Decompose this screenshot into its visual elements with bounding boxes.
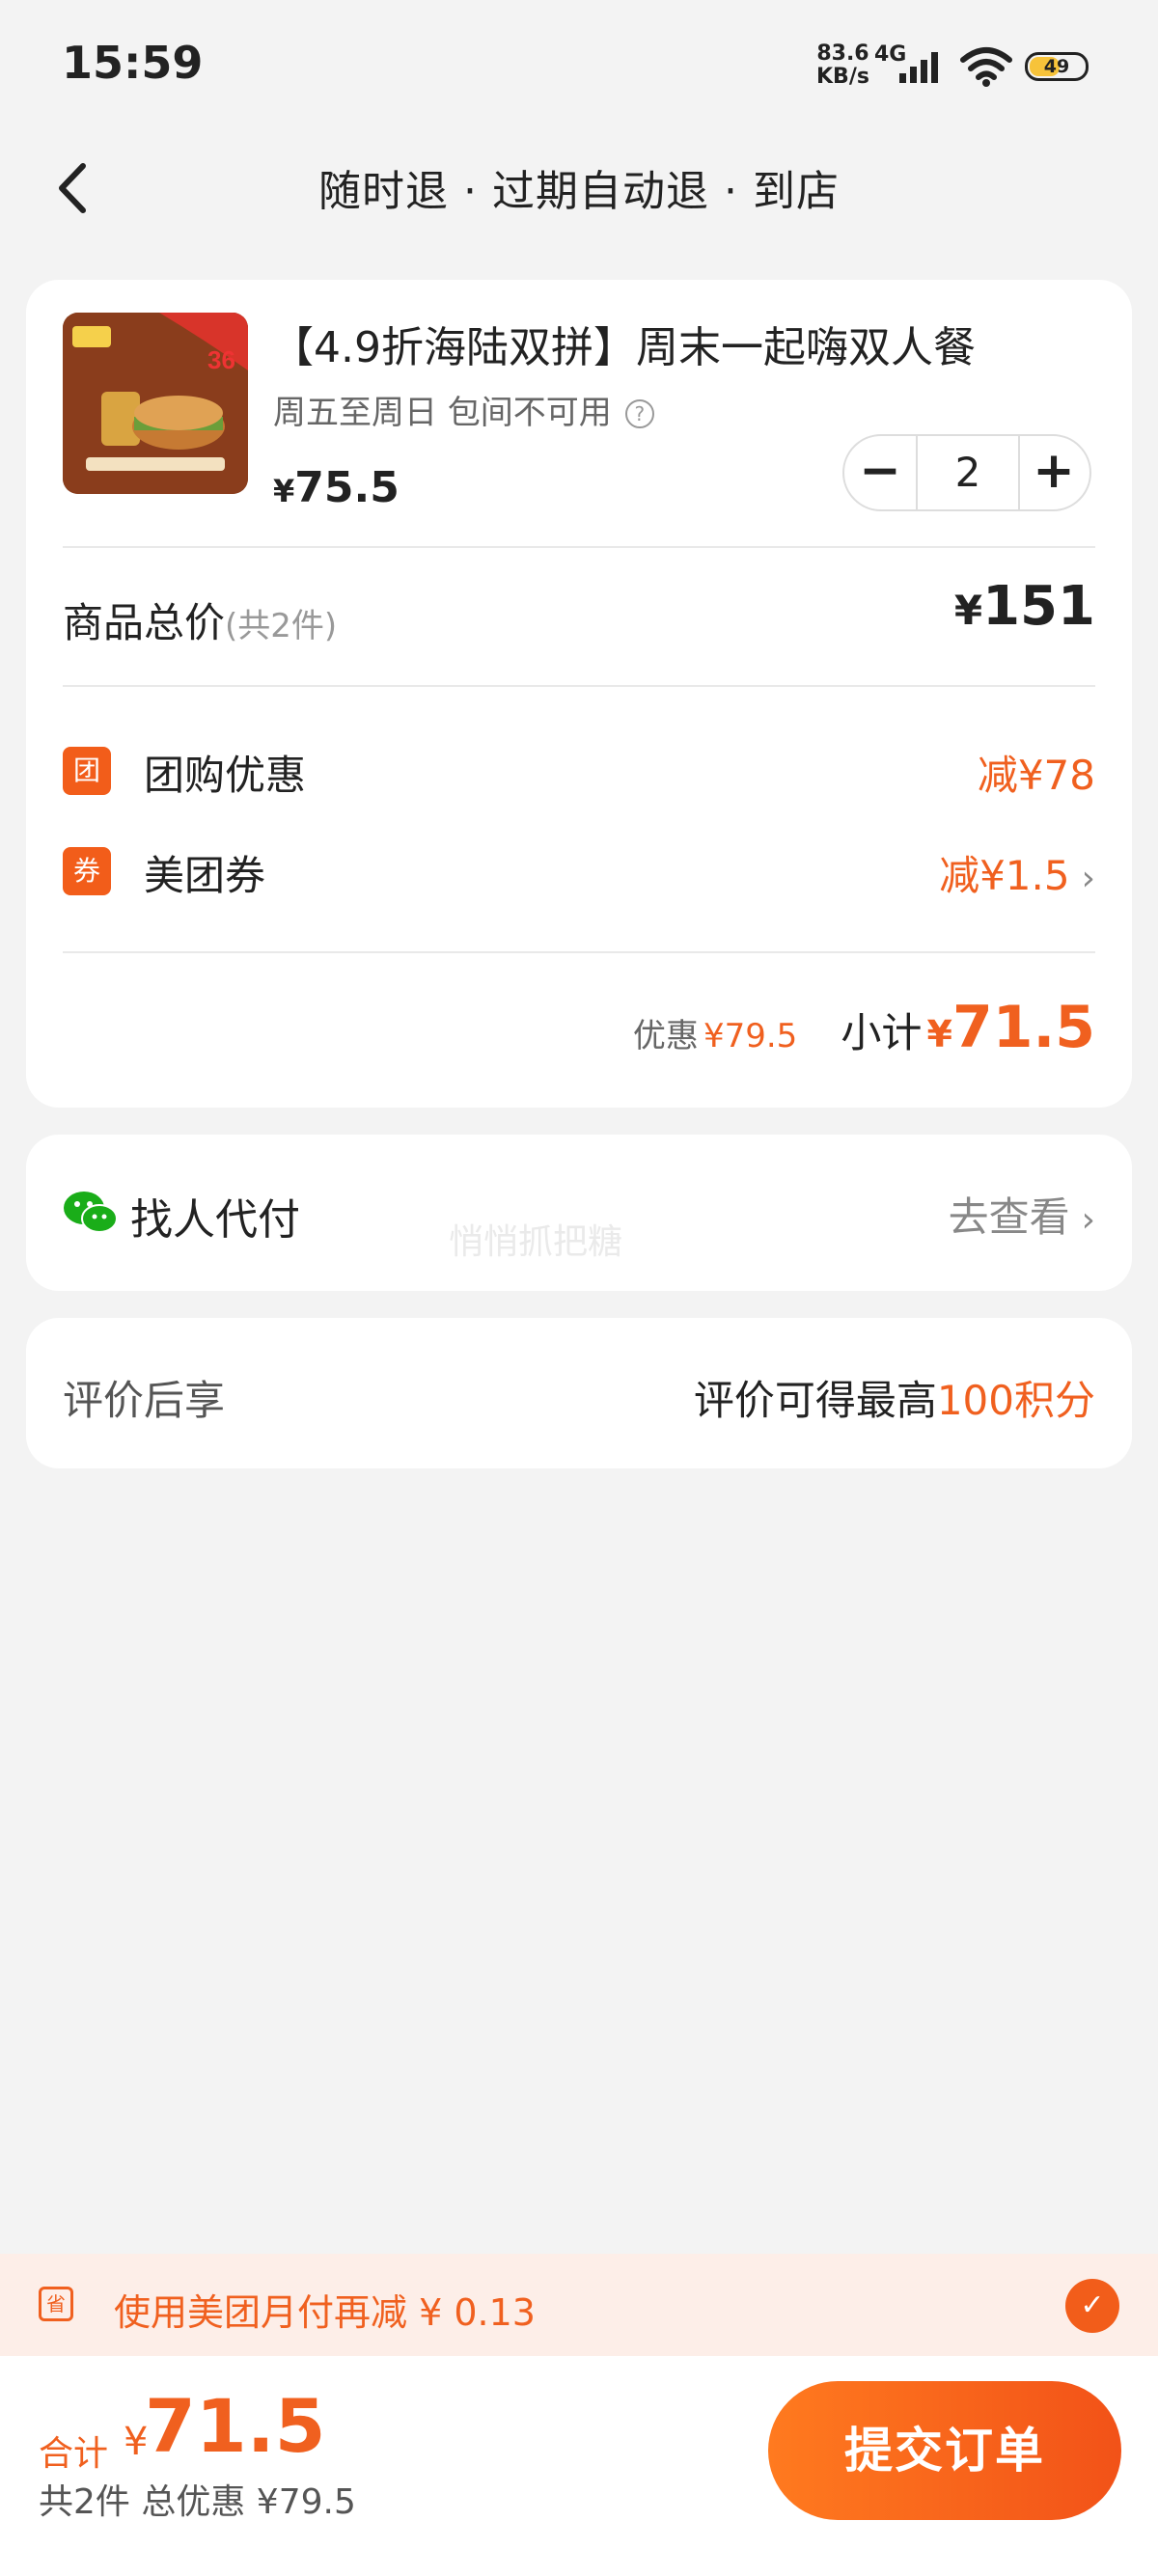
total-amount: 71.5: [145, 2383, 326, 2469]
signal-icon: [899, 52, 938, 83]
decrease-button[interactable]: −: [844, 436, 916, 509]
product-subtitle-text: 周五至周日 包间不可用: [273, 394, 612, 432]
subtotal-value: ¥71.5: [927, 994, 1096, 1061]
discount-label: 团购优惠: [144, 752, 307, 799]
chevron-right-icon: ›: [1081, 1200, 1095, 1240]
review-card: 评价后享 评价可得最高100积分: [26, 1318, 1132, 1468]
goods-total-amount: 151: [982, 575, 1095, 638]
divider: [63, 951, 1095, 953]
review-reward: 评价可得最高100积分: [694, 1368, 1095, 1427]
battery-level: 49: [1043, 56, 1070, 77]
discount-label: 美团券: [144, 852, 266, 899]
order-card: 36 【4.9折海陆双拼】周末一起嗨双人餐 周五至周日 包间不可用? ¥75.5…: [26, 280, 1132, 1108]
currency-symbol: ¥: [926, 1013, 952, 1055]
discount-row-group-buy: 团 团购优惠 减¥78: [63, 741, 1095, 799]
subtotal-row: 优惠 ¥79.5 小计 ¥71.5: [633, 994, 1095, 1061]
wifi-icon: [960, 47, 1012, 87]
goods-total-label: 商品总价(共2件): [63, 590, 337, 649]
quantity-value[interactable]: 2: [916, 436, 1020, 509]
review-points: 100积分: [936, 1377, 1095, 1424]
subtotal-amount: 71.5: [951, 994, 1095, 1061]
order-summary: 共2件 总优惠 ¥79.5: [39, 2482, 356, 2522]
nav-header: 随时退 · 过期自动退 · 到店: [0, 135, 1158, 241]
network-speed-value: 83.6: [816, 41, 869, 66]
product-image-badge: 36: [207, 345, 235, 374]
product-subtitle: 周五至周日 包间不可用?: [273, 386, 654, 433]
view-link-text: 去查看: [948, 1193, 1070, 1241]
discount-value: 减¥1.5: [939, 852, 1070, 899]
pay-for-me-card[interactable]: 找人代付 悄悄抓把糖 去查看 ›: [26, 1135, 1132, 1291]
group-buy-badge-icon: 团: [63, 747, 111, 795]
checkout-footer: 合计 ¥ 71.5 共2件 总优惠 ¥79.5 提交订单: [0, 2356, 1158, 2576]
checkmark-icon[interactable]: ✓: [1065, 2279, 1119, 2333]
status-bar: 15:59 83.6 KB/s 4G 49: [0, 0, 1158, 135]
watermark-text: 悄悄抓把糖: [449, 1222, 623, 1262]
promo-text: 使用美团月付再减 ¥ 0.13: [114, 2291, 536, 2334]
divider: [63, 685, 1095, 687]
page-title: 随时退 · 过期自动退 · 到店: [318, 167, 840, 216]
goods-count: (共2件): [225, 607, 338, 645]
monthly-pay-promo[interactable]: 省 使用美团月付再减 ¥ 0.13 ✓: [0, 2254, 1158, 2356]
product-price-value: 75.5: [294, 463, 400, 512]
total-label: 合计: [39, 2434, 109, 2474]
discount-value: 减¥78: [977, 752, 1095, 799]
coupon-badge-icon: 券: [63, 847, 111, 895]
wechat-icon: [64, 1192, 118, 1233]
quantity-stepper[interactable]: − 2 +: [842, 434, 1091, 511]
increase-button[interactable]: +: [1018, 436, 1089, 509]
network-speed-unit: KB/s: [816, 65, 869, 89]
currency-symbol: ¥: [273, 473, 295, 509]
product-title: 【4.9折海陆双拼】周末一起嗨双人餐: [271, 323, 976, 372]
coupon-value[interactable]: 减¥1.5 ›: [939, 843, 1095, 902]
product-image[interactable]: 36: [63, 313, 248, 494]
help-icon[interactable]: ?: [624, 399, 654, 428]
product-price: ¥75.5: [273, 463, 400, 512]
view-link[interactable]: 去查看 ›: [949, 1185, 1095, 1244]
divider: [63, 546, 1095, 548]
currency-symbol: ¥: [953, 587, 983, 634]
network-speed: 83.6 KB/s: [816, 42, 869, 89]
goods-total-text: 商品总价: [63, 599, 226, 646]
discount-row-coupon[interactable]: 券 美团券 减¥1.5 ›: [63, 841, 1095, 899]
chevron-right-icon: ›: [1081, 859, 1095, 898]
status-time: 15:59: [62, 37, 204, 89]
battery-icon: 49: [1025, 52, 1089, 81]
save-icon: 省: [39, 2287, 73, 2321]
subtotal-label: 小计: [841, 1009, 923, 1056]
saved-label: 优惠: [632, 1017, 699, 1055]
goods-total-value: ¥151: [954, 575, 1095, 638]
saved-value: ¥79.5: [703, 1017, 798, 1055]
submit-order-button[interactable]: 提交订单: [768, 2381, 1121, 2520]
review-reward-text: 评价可得最高: [693, 1377, 937, 1424]
review-label: 评价后享: [63, 1377, 226, 1424]
pay-for-me-label: 找人代付: [130, 1195, 300, 1245]
